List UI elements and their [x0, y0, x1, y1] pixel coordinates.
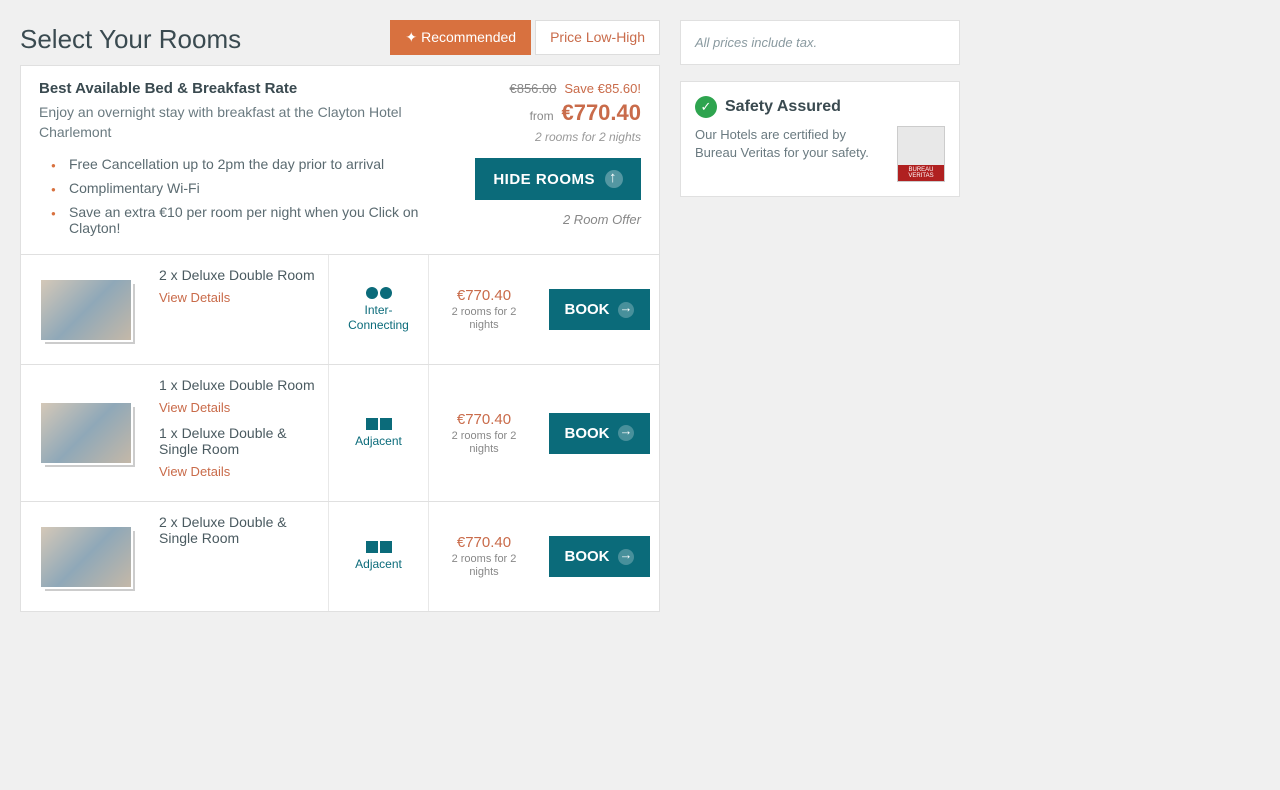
safety-box: ✓ Safety Assured Our Hotels are certifie… — [680, 81, 960, 197]
rate-title: Best Available Bed & Breakfast Rate — [39, 80, 455, 97]
hide-rooms-label: HIDE ROOMS — [493, 171, 595, 188]
tax-note: All prices include tax. — [695, 35, 945, 50]
room-row: 1 x Deluxe Double Room View Details 1 x … — [20, 365, 660, 502]
rate-card: Best Available Bed & Breakfast Rate Enjo… — [20, 65, 660, 255]
tax-note-box: All prices include tax. — [680, 20, 960, 65]
book-button[interactable]: BOOK — [549, 289, 650, 330]
room-price-note: 2 rooms for 2 nights — [437, 430, 531, 456]
tab-recommended-label: Recommended — [421, 29, 516, 45]
arrow-right-icon — [618, 549, 634, 565]
room-row: 2 x Deluxe Double & Single Room Adjacent… — [20, 502, 660, 612]
rate-feature: Free Cancellation up to 2pm the day prio… — [69, 152, 455, 176]
connection-label: Adjacent — [355, 557, 402, 571]
tab-price-low-high[interactable]: Price Low-High — [535, 20, 660, 55]
arrow-up-icon — [605, 170, 623, 188]
sparkle-icon: ✦ — [405, 29, 417, 45]
offer-label: 2 Room Offer — [563, 212, 641, 227]
room-name: 2 x Deluxe Double Room — [159, 267, 320, 283]
original-price: €856.00 — [509, 81, 556, 96]
book-label: BOOK — [565, 548, 610, 565]
book-label: BOOK — [565, 425, 610, 442]
room-name: 1 x Deluxe Double Room — [159, 377, 320, 393]
rate-description: Enjoy an overnight stay with breakfast a… — [39, 103, 455, 142]
interconnecting-icon — [366, 287, 392, 299]
room-price: €770.40 — [457, 411, 511, 428]
safety-text: Our Hotels are certified by Bureau Verit… — [695, 126, 887, 182]
connection-label: Inter-Connecting — [337, 303, 420, 332]
room-price-note: 2 rooms for 2 nights — [437, 553, 531, 579]
rate-feature: Save an extra €10 per room per night whe… — [69, 200, 455, 240]
book-label: BOOK — [565, 301, 610, 318]
connection-label: Adjacent — [355, 434, 402, 448]
room-name: 2 x Deluxe Double & Single Room — [159, 514, 320, 546]
sort-tabs: ✦Recommended Price Low-High — [390, 20, 660, 55]
from-label: from — [530, 109, 554, 123]
adjacent-icon — [366, 418, 392, 430]
rate-price: €770.40 — [561, 100, 641, 125]
page-title: Select Your Rooms — [20, 24, 241, 55]
view-details-link[interactable]: View Details — [159, 464, 230, 479]
room-row: 2 x Deluxe Double Room View Details Inte… — [20, 255, 660, 365]
view-details-link[interactable]: View Details — [159, 400, 230, 415]
room-thumbnail — [21, 255, 151, 364]
room-name: 1 x Deluxe Double & Single Room — [159, 425, 320, 457]
safety-title: Safety Assured — [725, 98, 841, 116]
room-price: €770.40 — [457, 287, 511, 304]
book-button[interactable]: BOOK — [549, 536, 650, 577]
book-button[interactable]: BOOK — [549, 413, 650, 454]
save-amount: Save €85.60! — [564, 81, 641, 96]
room-thumbnail — [21, 502, 151, 611]
room-thumbnail — [21, 365, 151, 501]
rate-features: Free Cancellation up to 2pm the day prio… — [39, 152, 455, 240]
arrow-right-icon — [618, 302, 634, 318]
view-details-link[interactable]: View Details — [159, 290, 230, 305]
adjacent-icon — [366, 541, 392, 553]
tab-recommended[interactable]: ✦Recommended — [390, 20, 531, 55]
room-price: €770.40 — [457, 534, 511, 551]
rate-feature: Complimentary Wi-Fi — [69, 176, 455, 200]
room-price-note: 2 rooms for 2 nights — [437, 306, 531, 332]
rooms-nights-note: 2 rooms for 2 nights — [535, 130, 641, 144]
bureau-veritas-logo — [897, 126, 945, 182]
arrow-right-icon — [618, 425, 634, 441]
hide-rooms-button[interactable]: HIDE ROOMS — [475, 158, 641, 200]
check-circle-icon: ✓ — [695, 96, 717, 118]
